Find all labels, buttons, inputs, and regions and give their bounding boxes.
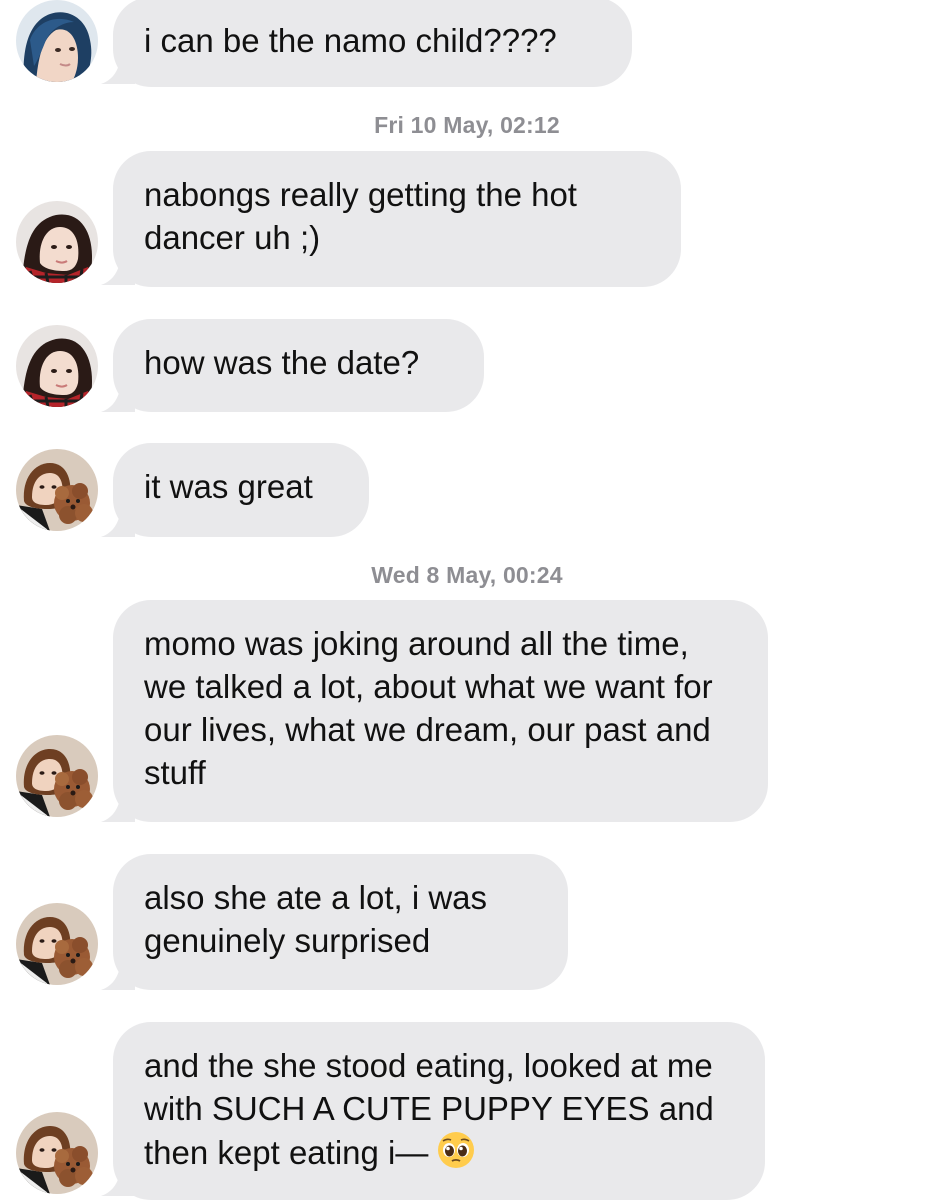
avatar-with-puppy[interactable] — [16, 449, 98, 531]
chat-thread: i can be the namo child???? Fri 10 May, … — [0, 0, 934, 1200]
message-bubble[interactable]: it was great — [113, 443, 369, 537]
message-text: and the she stood eating, looked at me w… — [144, 1047, 714, 1171]
message-bubble[interactable]: momo was joking around all the time, we … — [113, 600, 768, 822]
avatar-with-puppy[interactable] — [16, 735, 98, 817]
message-text: how was the date? — [144, 344, 420, 381]
message-bubble[interactable]: also she ate a lot, i was genuinely surp… — [113, 854, 568, 990]
avatar-red-plaid[interactable] — [16, 201, 98, 283]
timestamp: Wed 8 May, 00:24 — [371, 562, 563, 588]
pleading-face-emoji — [436, 1130, 476, 1170]
message-text: i can be the namo child???? — [144, 22, 557, 59]
message-text: nabongs really getting the hot dancer uh… — [144, 176, 577, 256]
timestamp: Fri 10 May, 02:12 — [374, 112, 560, 138]
message-text: momo was joking around all the time, we … — [144, 625, 713, 791]
message-bubble[interactable]: nabongs really getting the hot dancer uh… — [113, 151, 681, 287]
message-bubble[interactable]: how was the date? — [113, 319, 484, 412]
avatar-with-puppy[interactable] — [16, 903, 98, 985]
avatar-blue-hair[interactable] — [16, 0, 98, 82]
message-bubble[interactable]: i can be the namo child???? — [113, 0, 632, 87]
message-bubble[interactable]: and the she stood eating, looked at me w… — [113, 1022, 765, 1200]
avatar-red-plaid[interactable] — [16, 325, 98, 407]
message-text: also she ate a lot, i was genuinely surp… — [144, 879, 488, 959]
avatar-with-puppy[interactable] — [16, 1112, 98, 1194]
message-text: it was great — [144, 468, 313, 505]
